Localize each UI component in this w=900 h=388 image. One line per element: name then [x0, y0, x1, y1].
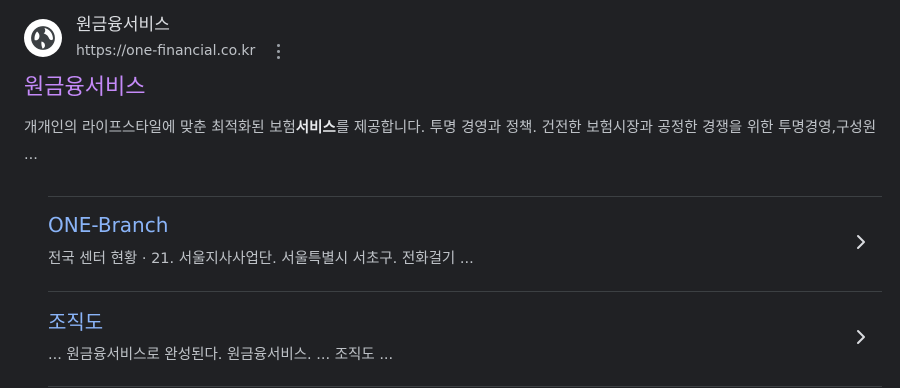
- globe-icon: [31, 25, 55, 50]
- site-favicon[interactable]: [24, 18, 62, 57]
- chevron-right-icon[interactable]: [854, 328, 868, 346]
- result-snippet: 개개인의 라이프스타일에 맞춘 최적화된 보험서비스를 제공합니다. 투명 경영…: [24, 115, 884, 169]
- url-row: https://one-financial.co.kr: [76, 41, 285, 61]
- sitelink-org-chart[interactable]: 조직도 ... 원금융서비스로 완성된다. 원금융서비스. ... 조직도 ..…: [48, 292, 882, 387]
- more-vert-icon[interactable]: [271, 41, 285, 61]
- sitelink-description: ... 원금융서비스로 완성된다. 원금융서비스. ... 조직도 ...: [48, 347, 394, 363]
- search-result: 원금융서비스 https://one-financial.co.kr 원금융서비…: [0, 0, 900, 388]
- site-name[interactable]: 원금융서비스: [76, 14, 285, 36]
- sitelink-title[interactable]: 조직도: [48, 309, 103, 335]
- site-url[interactable]: https://one-financial.co.kr: [76, 42, 255, 60]
- sitelink-title[interactable]: ONE-Branch: [48, 212, 168, 238]
- snippet-highlight: 서비스: [295, 120, 336, 136]
- snippet-text-before: 개개인의 라이프스타일에 맞춘 최적화된 보험: [24, 120, 296, 136]
- site-header: 원금융서비스 https://one-financial.co.kr: [24, 14, 285, 61]
- chevron-right-icon[interactable]: [854, 233, 868, 251]
- sitelink-divider: [48, 386, 882, 387]
- sitelink-description: 전국 센터 현황 · 21. 서울지사사업단. 서울특별시 서초구. 전화걸기 …: [48, 251, 474, 267]
- sitelink-one-branch[interactable]: ONE-Branch 전국 센터 현황 · 21. 서울지사사업단. 서울특별시…: [48, 197, 882, 292]
- site-text: 원금융서비스 https://one-financial.co.kr: [76, 14, 285, 61]
- result-title-link[interactable]: 원금융서비스: [24, 73, 145, 103]
